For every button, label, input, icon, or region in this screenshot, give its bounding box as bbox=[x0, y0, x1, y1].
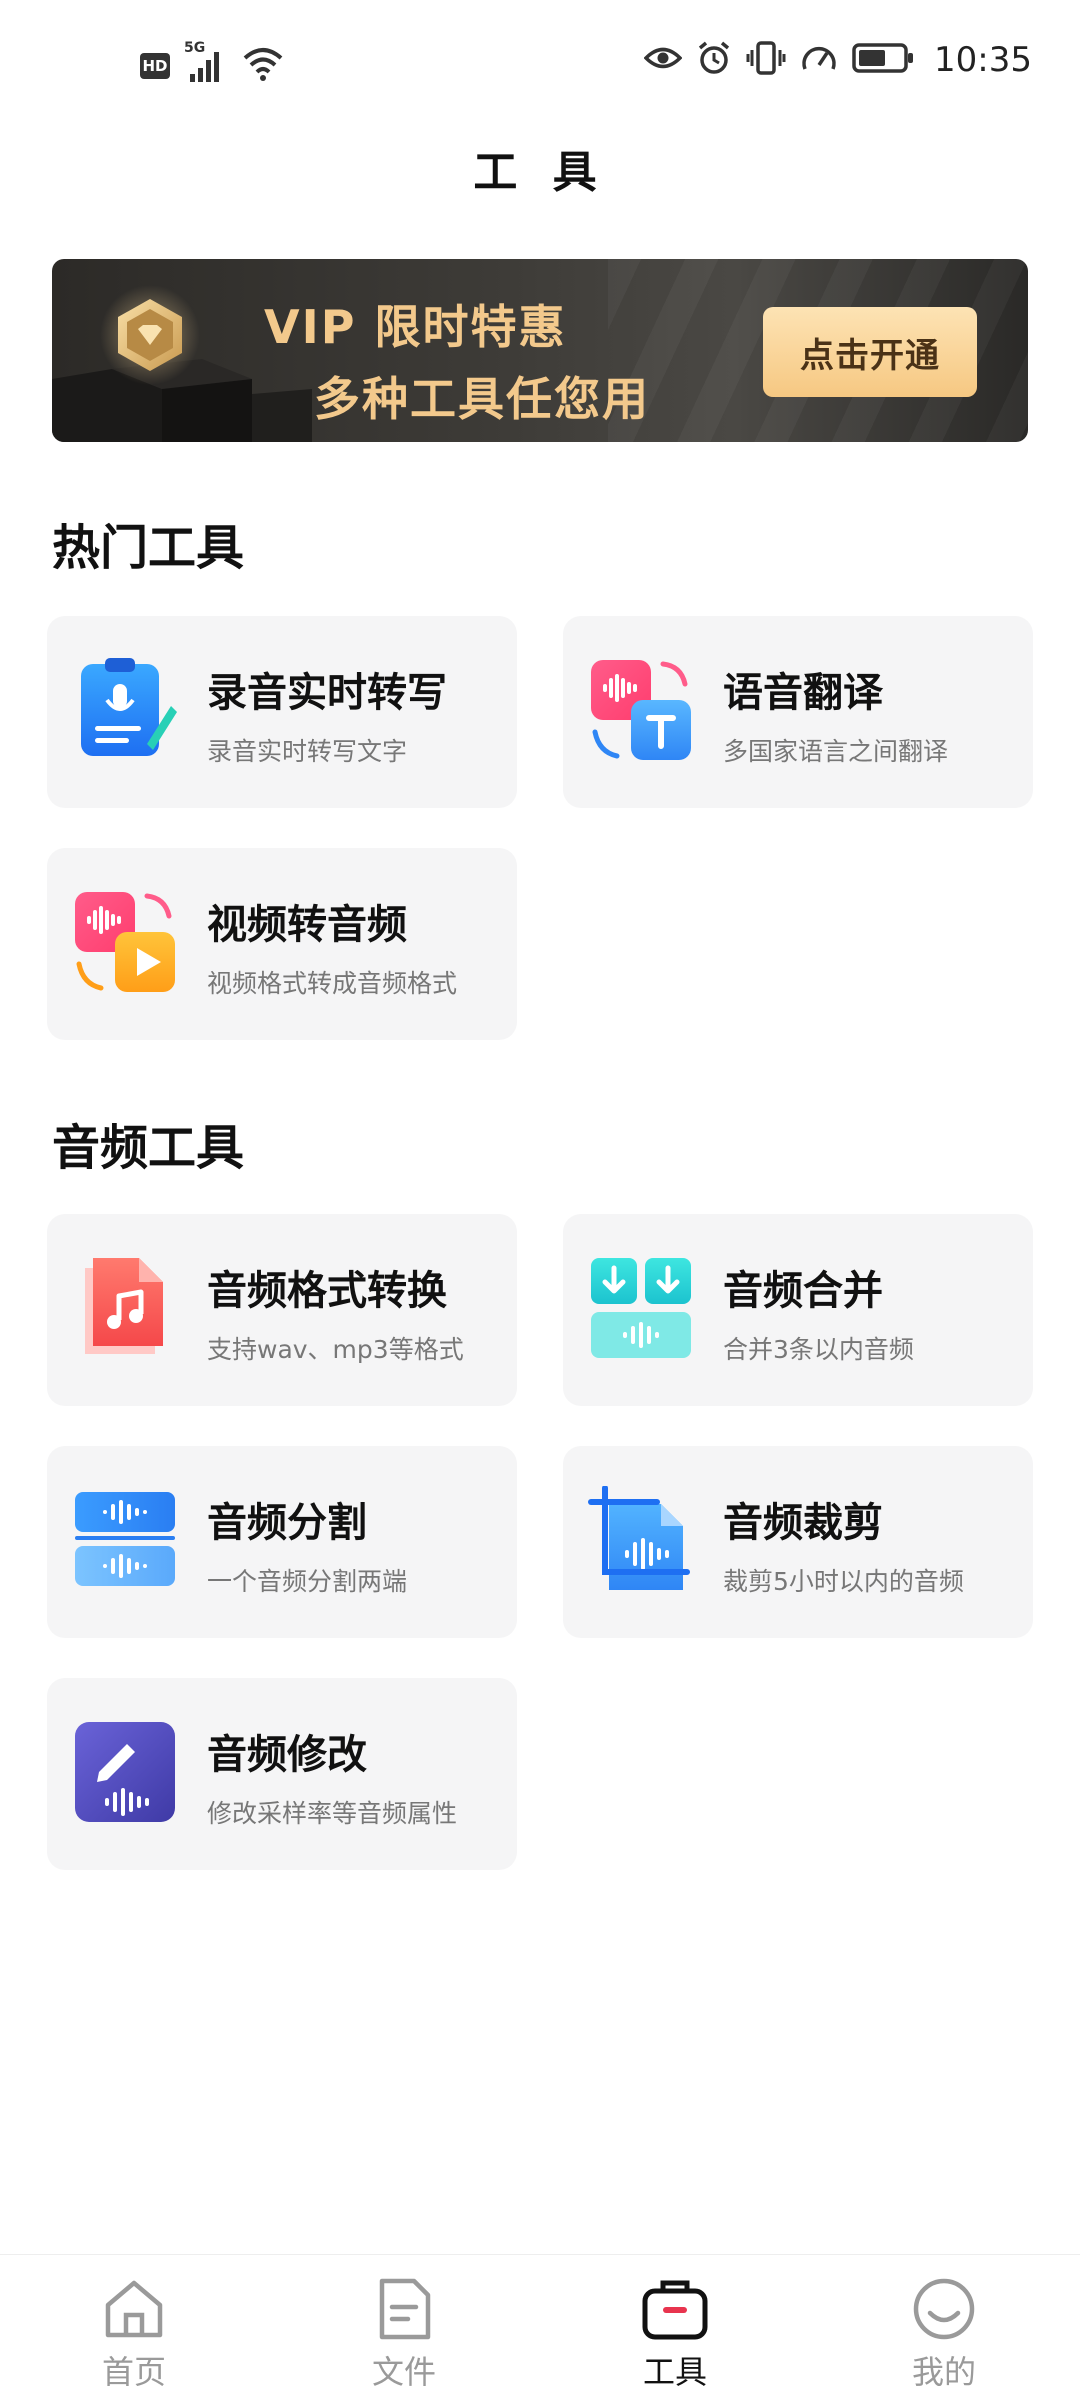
music-file-icon bbox=[85, 1258, 163, 1354]
nav-item-mine[interactable]: 我的 bbox=[844, 2255, 1044, 2400]
page-title: 工 具 bbox=[473, 147, 607, 198]
banner-subline: 多种工具任您用 bbox=[314, 372, 650, 426]
nav-label: 工具 bbox=[642, 2353, 707, 2391]
card-subtitle: 修改采样率等音频属性 bbox=[207, 1799, 458, 1828]
card-title: 音频格式转换 bbox=[207, 1268, 447, 1314]
status-right: 10:35 bbox=[643, 40, 1032, 80]
nav-label: 首页 bbox=[101, 2353, 166, 2391]
card-subtitle: 多国家语言之间翻译 bbox=[723, 737, 949, 766]
battery-icon bbox=[852, 42, 914, 78]
nav-item-files[interactable]: 文件 bbox=[304, 2255, 504, 2400]
nav-item-tools[interactable]: 工具 bbox=[575, 2255, 775, 2400]
speed-icon bbox=[800, 41, 838, 79]
eye-icon bbox=[643, 43, 683, 77]
nav-item-home[interactable]: 首页 bbox=[34, 2255, 234, 2400]
tool-card-audio-merge[interactable]: 音频合并 合并3条以内音频 bbox=[563, 1214, 1033, 1406]
hd-badge: HD bbox=[140, 53, 170, 79]
card-subtitle: 裁剪5小时以内的音频 bbox=[723, 1567, 964, 1596]
toolbox-icon bbox=[642, 2280, 708, 2340]
tool-card-realtime-transcribe[interactable]: 录音实时转写 录音实时转写文字 bbox=[47, 616, 517, 808]
voice-translate-icon bbox=[591, 660, 691, 760]
smile-icon bbox=[913, 2278, 975, 2340]
card-title: 音频修改 bbox=[207, 1732, 367, 1778]
vip-banner[interactable]: VIP 限时特惠 多种工具任您用 点击开通 bbox=[52, 259, 1028, 442]
section-title-audio: 音频工具 bbox=[52, 1120, 245, 1176]
home-icon bbox=[105, 2280, 163, 2338]
card-title: 视频转音频 bbox=[207, 902, 407, 948]
vip-gem-icon bbox=[100, 285, 200, 385]
card-subtitle: 合并3条以内音频 bbox=[723, 1335, 914, 1364]
wifi-icon bbox=[242, 46, 284, 86]
card-title: 语音翻译 bbox=[723, 670, 883, 716]
banner-headline: VIP 限时特惠 bbox=[264, 300, 567, 354]
audio-crop-icon bbox=[588, 1486, 690, 1590]
tool-card-audio-format-convert[interactable]: 音频格式转换 支持wav、mp3等格式 bbox=[47, 1214, 517, 1406]
status-left: HD 5G bbox=[140, 40, 284, 86]
tool-card-video-to-audio[interactable]: 视频转音频 视频格式转成音频格式 bbox=[47, 848, 517, 1040]
clipboard-mic-icon bbox=[81, 658, 177, 756]
card-subtitle: 一个音频分割两端 bbox=[207, 1567, 408, 1596]
signal-icon: 5G bbox=[184, 40, 228, 86]
bottom-nav: 首页 文件 工具 我的 bbox=[0, 2254, 1080, 2400]
card-title: 音频合并 bbox=[723, 1268, 883, 1314]
video-to-audio-icon bbox=[75, 892, 175, 992]
file-icon bbox=[379, 2278, 431, 2340]
audio-merge-icon bbox=[591, 1258, 691, 1358]
nav-label: 我的 bbox=[911, 2353, 976, 2391]
section-title-hot: 热门工具 bbox=[52, 520, 245, 576]
tool-card-audio-crop[interactable]: 音频裁剪 裁剪5小时以内的音频 bbox=[563, 1446, 1033, 1638]
vibrate-icon bbox=[746, 40, 786, 80]
card-subtitle: 录音实时转写文字 bbox=[207, 737, 408, 766]
card-title: 音频裁剪 bbox=[723, 1500, 883, 1546]
card-title: 录音实时转写 bbox=[207, 670, 447, 716]
nav-label: 文件 bbox=[371, 2353, 436, 2391]
tool-card-audio-split[interactable]: 音频分割 一个音频分割两端 bbox=[47, 1446, 517, 1638]
card-subtitle: 视频格式转成音频格式 bbox=[207, 969, 458, 998]
card-title: 音频分割 bbox=[207, 1500, 367, 1546]
vip-activate-button[interactable]: 点击开通 bbox=[763, 307, 977, 397]
audio-edit-icon bbox=[75, 1722, 175, 1822]
tool-card-voice-translate[interactable]: 语音翻译 多国家语言之间翻译 bbox=[563, 616, 1033, 808]
alarm-icon bbox=[696, 40, 732, 80]
clock: 10:35 bbox=[934, 40, 1032, 80]
tool-card-audio-edit[interactable]: 音频修改 修改采样率等音频属性 bbox=[47, 1678, 517, 1870]
status-bar: HD 5G 10:35 bbox=[0, 0, 1080, 130]
audio-split-icon bbox=[75, 1492, 175, 1586]
card-subtitle: 支持wav、mp3等格式 bbox=[207, 1335, 464, 1364]
